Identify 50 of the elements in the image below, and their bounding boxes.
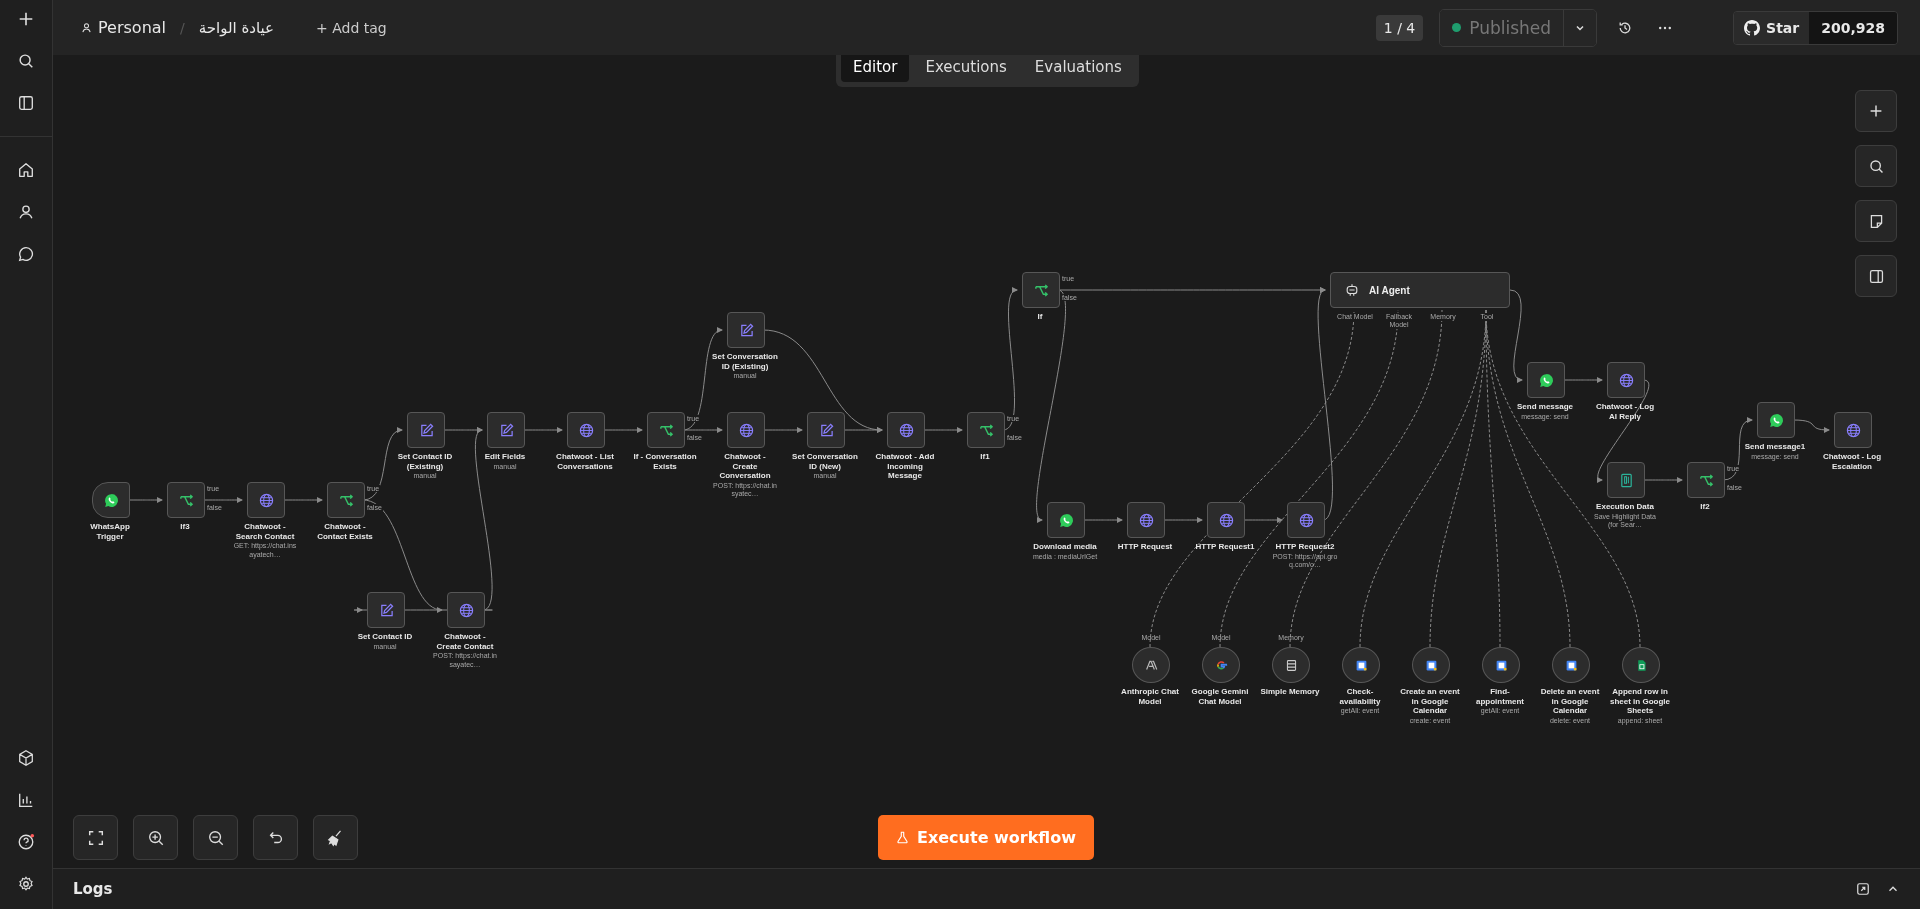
star-label: Star bbox=[1766, 19, 1800, 36]
workflow-name[interactable]: عيادة الواحة bbox=[198, 18, 275, 37]
node-label: Set Contact ID bbox=[357, 632, 413, 642]
node-label: If3 bbox=[180, 522, 190, 532]
node-label: WhatsApp Trigger bbox=[89, 522, 131, 542]
node-label: Send message bbox=[1517, 402, 1573, 412]
node-label: Edit Fields bbox=[484, 452, 526, 462]
node-label: Anthropic Chat Model bbox=[1120, 687, 1180, 707]
version-badge[interactable]: 1 / 4 bbox=[1375, 14, 1424, 41]
node-label: Download media bbox=[1033, 542, 1097, 552]
node-label: AI Agent bbox=[1369, 284, 1410, 296]
node-label: Set Conversation ID (Existing) bbox=[712, 352, 778, 372]
node-label: Create an event in Google Calendar bbox=[1399, 687, 1461, 716]
view-tab[interactable]: Editor bbox=[841, 55, 910, 82]
node-label: Execution Data bbox=[1596, 502, 1654, 512]
published-label: Published bbox=[1469, 17, 1552, 38]
execute-workflow-label: Execute workflow bbox=[917, 828, 1076, 847]
node-label: Chatwoot - List Conversations bbox=[555, 452, 615, 472]
node-label: If1 bbox=[980, 452, 990, 462]
project-link[interactable]: Personal bbox=[81, 18, 166, 37]
node-label: Append row in sheet in Google Sheets bbox=[1609, 687, 1671, 716]
star-count: 200,928 bbox=[1809, 11, 1897, 44]
node-label: Chatwoot - Log Escalation bbox=[1821, 452, 1883, 472]
node-label: Send message1 bbox=[1744, 442, 1806, 452]
node-label: Chatwoot - Create Contact bbox=[435, 632, 495, 652]
github-star-button[interactable]: Star bbox=[1734, 11, 1810, 44]
node-label: Set Conversation ID (New) bbox=[792, 452, 858, 472]
node-label: Chatwoot - Search Contact bbox=[234, 522, 296, 542]
view-tab[interactable]: Evaluations bbox=[1022, 55, 1134, 82]
node-label: Simple Memory bbox=[1260, 687, 1320, 697]
node-label: Chatwoot - Create Conversation bbox=[718, 452, 772, 481]
node-label: Find-appointment bbox=[1475, 687, 1525, 707]
node-label: Chatwoot - Contact Exists bbox=[316, 522, 374, 542]
breadcrumb-separator: / bbox=[180, 19, 185, 36]
logs-title[interactable]: Logs bbox=[73, 880, 113, 898]
node-label: HTTP Request2 bbox=[1275, 542, 1335, 552]
add-tag-button[interactable]: + Add tag bbox=[310, 18, 393, 37]
node-label: Google Gemini Chat Model bbox=[1190, 687, 1250, 707]
node-label: Set Contact ID (Existing) bbox=[396, 452, 454, 472]
node-label: Check-availability bbox=[1338, 687, 1382, 707]
view-tab[interactable]: Executions bbox=[913, 55, 1019, 82]
node-label: If2 bbox=[1700, 502, 1710, 512]
project-name: Personal bbox=[98, 18, 166, 37]
node-label: If - Conversation Exists bbox=[632, 452, 698, 472]
node-label: HTTP Request bbox=[1117, 542, 1173, 552]
node-label: HTTP Request1 bbox=[1195, 542, 1255, 552]
node-label: Chatwoot - Log AI Reply bbox=[1594, 402, 1656, 422]
node-label: Chatwoot - Add Incoming Message bbox=[874, 452, 936, 481]
node-label: If bbox=[1037, 312, 1043, 322]
node-label: Delete an event in Google Calendar bbox=[1539, 687, 1601, 716]
